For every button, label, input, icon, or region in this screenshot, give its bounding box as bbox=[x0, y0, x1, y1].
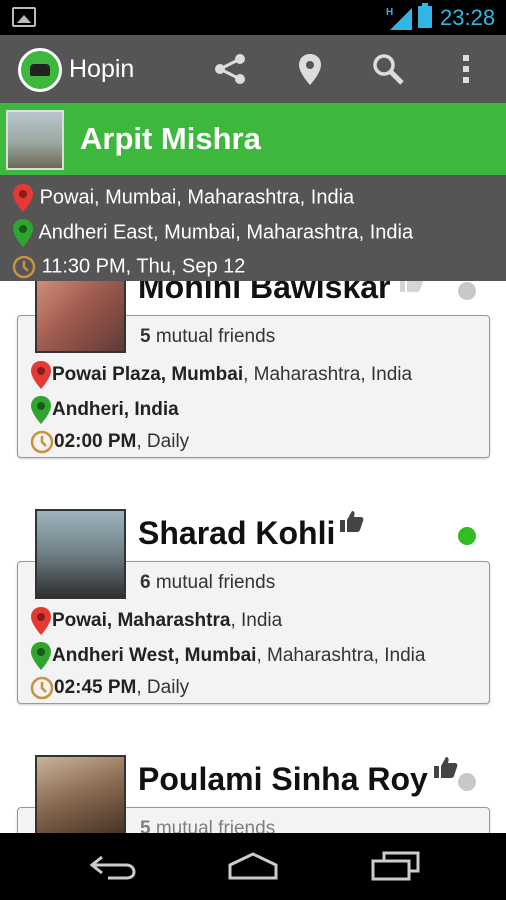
red-pin-icon bbox=[13, 184, 33, 212]
action-bar: Hopin bbox=[0, 35, 506, 103]
profile-name: Arpit Mishra bbox=[80, 121, 261, 156]
match-time-bold: 02:45 PM bbox=[54, 677, 137, 699]
mutual-friends[interactable]: 6 mutual friends bbox=[140, 572, 275, 594]
mutual-count: 6 bbox=[140, 572, 151, 593]
route-summary: Powai, Mumbai, Maharashtra, India Andher… bbox=[0, 175, 506, 281]
green-pin-icon bbox=[13, 219, 33, 247]
status-offline-indicator bbox=[458, 282, 476, 300]
green-pin-icon bbox=[31, 396, 51, 424]
home-icon[interactable] bbox=[226, 851, 280, 881]
match-from-rest: , India bbox=[230, 610, 283, 632]
avatar[interactable] bbox=[35, 755, 126, 833]
match-to-bold: Andheri West, Mumbai bbox=[52, 645, 257, 667]
car-logo-icon[interactable] bbox=[18, 48, 62, 92]
battery-icon bbox=[418, 3, 432, 28]
recent-apps-icon[interactable] bbox=[370, 851, 422, 881]
avatar[interactable] bbox=[35, 509, 126, 599]
app-title: Hopin bbox=[69, 55, 135, 83]
mutual-label: mutual friends bbox=[155, 818, 276, 833]
route-from-text: Powai, Mumbai, Maharashtra, India bbox=[39, 186, 355, 209]
hspa-signal-icon: H bbox=[386, 7, 412, 30]
mutual-count: 5 bbox=[140, 326, 151, 347]
status-bar: H 23:28 bbox=[0, 0, 506, 35]
match-time-rest: , Daily bbox=[136, 431, 190, 453]
svg-text:H: H bbox=[386, 7, 393, 18]
route-to-text: Andheri East, Mumbai, Maharashtra, India bbox=[38, 221, 414, 244]
match-time-rest: , Daily bbox=[136, 677, 190, 699]
match-from-bold: Powai Plaza, Mumbai bbox=[52, 364, 244, 386]
status-offline-indicator bbox=[458, 773, 476, 791]
person-name[interactable]: Mohini Bawiskar bbox=[138, 281, 391, 306]
green-pin-icon bbox=[31, 642, 51, 670]
profile-header: Arpit Mishra bbox=[0, 103, 506, 175]
mutual-label: mutual friends bbox=[155, 572, 276, 593]
clock-icon bbox=[12, 255, 36, 279]
red-pin-icon bbox=[31, 361, 51, 389]
overflow-menu-icon[interactable] bbox=[448, 51, 484, 87]
search-icon[interactable] bbox=[370, 51, 406, 87]
clock-icon bbox=[30, 430, 54, 454]
avatar[interactable] bbox=[6, 110, 64, 170]
mutual-friends[interactable]: 5 mutual friends bbox=[140, 818, 275, 833]
match-to: Andheri West, Mumbai, Maharashtra, India bbox=[30, 641, 425, 671]
clock-icon bbox=[30, 676, 54, 700]
match-time-bold: 02:00 PM bbox=[54, 431, 137, 453]
thumbs-up-icon[interactable] bbox=[338, 509, 364, 533]
person-name[interactable]: Sharad Kohli bbox=[138, 515, 335, 552]
route-from: Powai, Mumbai, Maharashtra, India bbox=[12, 183, 354, 213]
route-time: 11:30 PM, Thu, Sep 12 bbox=[12, 255, 245, 279]
mutual-count: 5 bbox=[140, 818, 151, 833]
thumbs-up-icon[interactable] bbox=[432, 755, 458, 779]
location-pin-icon[interactable] bbox=[292, 51, 328, 87]
match-from: Powai Plaza, Mumbai, Maharashtra, India bbox=[30, 360, 412, 390]
avatar[interactable] bbox=[35, 281, 126, 353]
back-icon[interactable] bbox=[88, 851, 138, 881]
match-time: 02:00 PM, Daily bbox=[30, 430, 189, 454]
person-name[interactable]: Poulami Sinha Roy bbox=[138, 761, 428, 798]
match-from: Powai, Maharashtra, India bbox=[30, 606, 282, 636]
match-from-rest: , Maharashtra, India bbox=[243, 364, 413, 386]
mutual-label: mutual friends bbox=[155, 326, 276, 347]
match-to: Andheri, India bbox=[30, 395, 179, 425]
image-icon bbox=[12, 7, 36, 27]
share-icon[interactable] bbox=[212, 51, 248, 87]
match-to-bold: Andheri, India bbox=[52, 399, 179, 421]
red-pin-icon bbox=[31, 607, 51, 635]
status-online-indicator bbox=[458, 527, 476, 545]
navigation-bar bbox=[0, 833, 506, 900]
route-time-text: 11:30 PM, Thu, Sep 12 bbox=[41, 255, 246, 278]
match-to-rest: , Maharashtra, India bbox=[256, 645, 426, 667]
match-from-bold: Powai, Maharashtra bbox=[52, 610, 231, 632]
route-to: Andheri East, Mumbai, Maharashtra, India bbox=[12, 218, 413, 248]
mutual-friends[interactable]: 5 mutual friends bbox=[140, 326, 275, 348]
match-time: 02:45 PM, Daily bbox=[30, 676, 189, 700]
match-list[interactable]: 5 mutual friends Powai Plaza, Mumbai, Ma… bbox=[0, 281, 506, 833]
thumbs-up-icon[interactable] bbox=[398, 281, 424, 293]
clock-time: 23:28 bbox=[440, 5, 496, 30]
